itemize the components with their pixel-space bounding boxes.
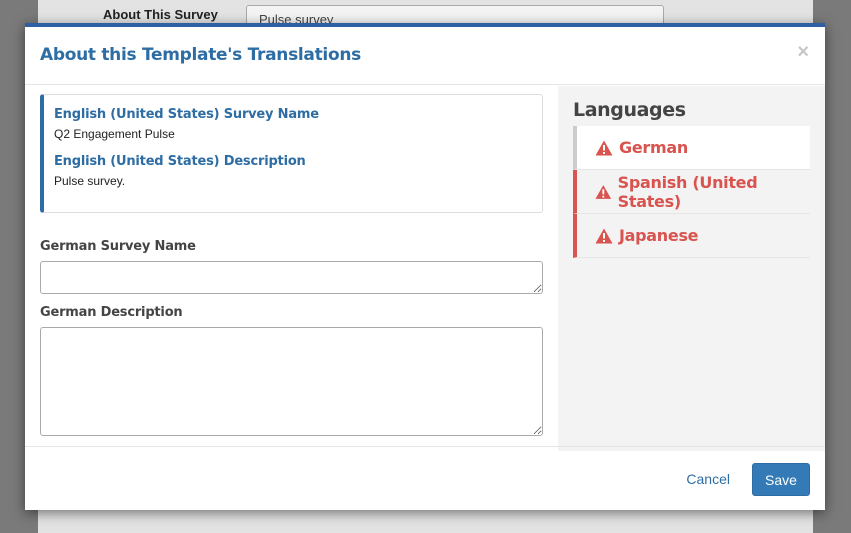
languages-panel: Languages German Spanish (United States)… — [558, 86, 825, 451]
warning-icon — [595, 184, 612, 199]
cancel-button[interactable]: Cancel — [686, 471, 730, 487]
save-button[interactable]: Save — [752, 463, 810, 496]
warning-icon — [595, 140, 613, 155]
translated-name-label: German Survey Name — [40, 239, 196, 254]
warning-icon — [595, 228, 613, 243]
source-description-label: English (United States) Description — [54, 154, 306, 169]
language-label: Japanese — [619, 226, 699, 245]
translation-form: English (United States) Survey Name Q2 E… — [40, 94, 543, 436]
modal-footer: Cancel Save — [25, 446, 825, 510]
language-item-german[interactable]: German — [573, 126, 810, 170]
language-label: Spanish (United States) — [617, 172, 758, 211]
language-item-spanish[interactable]: Spanish (United States) — [573, 170, 810, 214]
source-name-label: English (United States) Survey Name — [54, 107, 319, 122]
translated-name-field[interactable] — [40, 261, 543, 294]
language-list: German Spanish (United States) Japanese — [573, 126, 810, 258]
translated-description-field[interactable] — [40, 327, 543, 436]
translated-description-label: German Description — [40, 305, 183, 320]
translations-modal: About this Template's Translations × Eng… — [25, 23, 825, 510]
language-label: German — [619, 138, 688, 157]
background-about-label: About This Survey — [103, 7, 218, 22]
modal-body: English (United States) Survey Name Q2 E… — [25, 86, 825, 451]
language-item-japanese[interactable]: Japanese — [573, 214, 810, 258]
modal-title: About this Template's Translations — [40, 45, 361, 65]
source-name-value: Q2 Engagement Pulse — [54, 127, 175, 141]
languages-heading: Languages — [573, 99, 686, 121]
source-description-value: Pulse survey. — [54, 174, 126, 188]
close-icon[interactable]: × — [797, 41, 809, 64]
source-reference-panel: English (United States) Survey Name Q2 E… — [40, 94, 543, 213]
modal-header: About this Template's Translations × — [25, 27, 825, 85]
